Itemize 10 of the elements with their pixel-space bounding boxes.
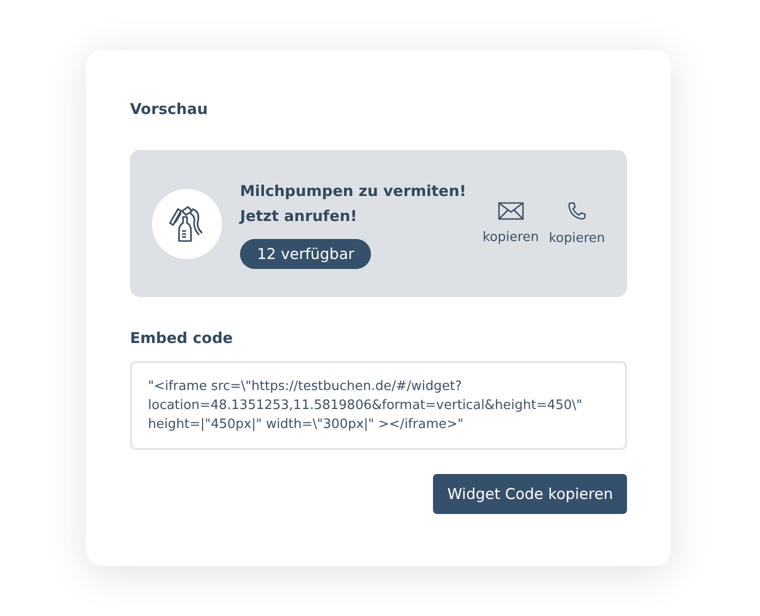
widget-title: Milchpumpen zu vermiten! Jetzt anrufen!: [240, 180, 468, 226]
copy-code-button[interactable]: Widget Code kopieren: [433, 474, 627, 514]
phone-icon: [566, 201, 587, 221]
code-field[interactable]: "<iframe src=\"https://testbuchen.de/#/widget? location=48.1351253,11.5819806&format=vertical&height=450\" height=|"450px|" width=\"300px|" ></iframe>": [130, 361, 627, 450]
copy-phone-button[interactable]: kopieren: [548, 201, 605, 246]
envelope-icon: [498, 202, 524, 220]
section-heading: Vorschau: [130, 100, 209, 118]
copy-email-button[interactable]: kopieren: [482, 202, 539, 245]
availability-badge: 12 verfügbar: [240, 238, 372, 268]
section-heading: Embed code: [130, 329, 234, 347]
